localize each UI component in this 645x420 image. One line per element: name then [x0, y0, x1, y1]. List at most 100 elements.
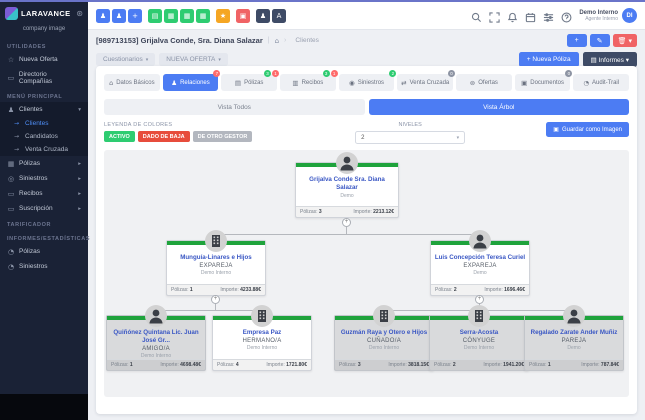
arrow-right-icon: →	[14, 133, 20, 140]
documents-icon: ▣	[521, 78, 528, 87]
node-gestor: Demo	[473, 269, 487, 276]
add-button[interactable]: +	[128, 8, 142, 23]
tab-audit-trail[interactable]: ◔ Audit-Trail	[573, 74, 630, 91]
tree-node[interactable]: Guzmán Raya y Otero e Hijos CUÑADO/A Dem…	[334, 305, 434, 371]
badge-gray: 0	[448, 70, 456, 77]
divider: |	[267, 37, 270, 44]
tree-node[interactable]: Quiñónez Quintana Lic. Juan José Gr... A…	[106, 305, 206, 371]
legend-otro-gestor: DE OTRO GESTOR	[192, 131, 253, 142]
file-icon: ▤	[234, 78, 242, 87]
nueva-oferta-dropdown[interactable]: NUEVA OFERTA ▾	[159, 53, 228, 66]
client-action-button[interactable]: ♟	[96, 8, 110, 23]
node-name[interactable]: Serra-Acosta	[430, 329, 528, 337]
fullscreen-icon[interactable]	[489, 10, 500, 23]
font-button[interactable]: A	[272, 8, 286, 23]
expand-icon[interactable]: +	[475, 295, 484, 304]
sidebar-item-informes-siniestros[interactable]: ◔ Siniestros	[0, 259, 88, 274]
chevron-right-icon: ▸	[78, 190, 81, 197]
caret-icon: ▾	[625, 55, 629, 64]
users-button[interactable]: ♟	[256, 8, 270, 23]
tree-node[interactable]: Munguía-Linares e Hijos EXPAREJA Demo In…	[166, 230, 266, 296]
tree-node[interactable]: Luis Concepción Teresa Curiel EXPAREJA D…	[430, 230, 530, 296]
calendar-button[interactable]: ▦	[196, 8, 210, 23]
tree-node[interactable]: Serra-Acosta CÓNYUGE Demo Interno Póliza…	[429, 305, 529, 371]
node-name[interactable]: Empresa Paz	[213, 329, 311, 337]
edit-button[interactable]: ✎	[589, 34, 610, 47]
breadcrumb[interactable]: Clientes	[295, 37, 318, 44]
tab-venta-cruzada[interactable]: ⇄ Venta Cruzada 0	[397, 70, 456, 91]
node-name[interactable]: Grijalva Conde Sra. Diana Salazar	[296, 176, 398, 192]
avatar[interactable]: DI	[622, 8, 637, 23]
sidebar-item-directorio-companias[interactable]: ▭ Directorio Compañías	[0, 67, 88, 88]
tree-node-root[interactable]: Grijalva Conde Sra. Diana Salazar Demo P…	[295, 152, 399, 218]
sidebar-item-suscripcion[interactable]: ▭ Suscripción ▸	[0, 201, 88, 216]
sidebar-item-clientes[interactable]: → Clientes	[0, 117, 88, 130]
tab-ofertas[interactable]: ⊚ Ofertas	[456, 74, 512, 91]
sidebar-settings-icon[interactable]: ⊛	[76, 9, 83, 18]
tab-siniestros[interactable]: ◉ Siniestros 2	[338, 70, 397, 91]
user-menu[interactable]: Demo Interno Agente Interno DI	[579, 8, 637, 23]
bell-icon[interactable]	[507, 10, 518, 23]
calendar-button[interactable]: ▦	[164, 8, 178, 23]
arrow-right-icon: →	[14, 146, 20, 153]
home-icon[interactable]: ⌂	[275, 37, 279, 45]
sliders-icon[interactable]	[543, 10, 554, 22]
add-client-button[interactable]: +	[566, 34, 587, 47]
cuestionarios-dropdown[interactable]: Cuestionarios ▾	[96, 53, 156, 66]
document-button[interactable]: ▤	[148, 8, 162, 23]
tab-datos-basicos[interactable]: ⌂ Datos Básicos	[104, 74, 160, 91]
search-icon[interactable]	[471, 10, 482, 23]
sidebar-item-venta-cruzada[interactable]: → Venta Cruzada	[0, 143, 88, 156]
sidebar-item-polizas[interactable]: ▦ Pólizas ▸	[0, 156, 88, 171]
node-name[interactable]: Munguía-Linares e Hijos	[167, 254, 265, 262]
sidebar-item-recibos[interactable]: ▭ Recibos ▸	[0, 186, 88, 201]
informes-dropdown-button[interactable]: ▤ Informes ▾	[582, 52, 637, 67]
connector-line	[216, 234, 481, 235]
sidebar-item-nueva-oferta[interactable]: ☆ Nueva Oferta	[0, 52, 88, 67]
delete-dropdown-button[interactable]: 🗑 ▾	[612, 34, 637, 47]
vista-todos-button[interactable]: Vista Todos	[104, 99, 365, 115]
calendar-button[interactable]: ▦	[180, 8, 194, 23]
tree-node[interactable]: Empresa Paz HERMANO/A Demo Interno Póliz…	[212, 305, 312, 371]
tab-documentos[interactable]: ▣ Documentos 0	[514, 70, 573, 91]
node-name[interactable]: Luis Concepción Teresa Curiel	[431, 254, 529, 262]
claim-icon: ◉	[349, 78, 355, 87]
node-gestor: Demo	[567, 344, 581, 351]
folder-icon: ▭	[7, 73, 15, 82]
node-relation: CÓNYUGE	[462, 337, 496, 344]
tab-relaciones[interactable]: ♟ Relaciones 7	[162, 70, 221, 91]
node-name[interactable]: Guzmán Raya y Otero e Hijos	[335, 329, 433, 337]
star-button[interactable]: ★	[216, 8, 230, 23]
expand-icon[interactable]: +	[211, 295, 220, 304]
node-gestor: Demo Interno	[140, 352, 172, 359]
tree-node[interactable]: Regalado Zarate Ander Muñiz PAREJA Demo …	[524, 305, 624, 371]
expand-icon[interactable]: +	[342, 218, 351, 227]
sidebar-item-informes-polizas[interactable]: ◔ Pólizas	[0, 244, 88, 259]
chevron-right-icon: ▸	[78, 205, 81, 212]
niveles-select[interactable]: 2 ▾	[355, 131, 466, 144]
nueva-poliza-button[interactable]: + Nueva Póliza	[518, 52, 579, 67]
help-icon[interactable]	[561, 10, 572, 23]
node-relation: CUÑADO/A	[366, 337, 402, 344]
calendar-icon[interactable]	[525, 10, 536, 23]
sidebar-item-candidatos[interactable]: → Candidatos	[0, 130, 88, 143]
app-name[interactable]: LARAVANCE	[21, 9, 73, 18]
badge-gray: 0	[565, 70, 573, 77]
archive-button[interactable]: ▣	[236, 8, 250, 23]
vista-arbol-button[interactable]: Vista Árbol	[368, 99, 629, 115]
audit-icon: ◔	[583, 78, 589, 87]
users-icon: ♟	[7, 105, 15, 114]
company-icon	[205, 230, 227, 252]
sidebar: LARAVANCE ⊛ company image UTILIDADES ☆ N…	[0, 0, 89, 420]
breadcrumb-separator: ›	[284, 37, 287, 44]
client-view-button[interactable]: ♟	[112, 8, 126, 23]
sidebar-item-clientes-group[interactable]: ♟ Clientes ▾	[0, 102, 88, 117]
tab-recibos[interactable]: ▥ Recibos 3 1	[280, 70, 338, 91]
importe-value: 2213.12€	[373, 209, 394, 215]
node-name[interactable]: Quiñónez Quintana Lic. Juan José Gr...	[107, 329, 205, 345]
node-name[interactable]: Regalado Zarate Ander Muñiz	[525, 329, 623, 337]
sidebar-item-siniestros[interactable]: ◎ Siniestros ▸	[0, 171, 88, 186]
save-as-image-button[interactable]: ▣ Guardar como Imagen	[546, 122, 629, 137]
badge-red: 7	[213, 70, 221, 77]
tab-polizas[interactable]: ▤ Pólizas 3 1	[221, 70, 280, 91]
